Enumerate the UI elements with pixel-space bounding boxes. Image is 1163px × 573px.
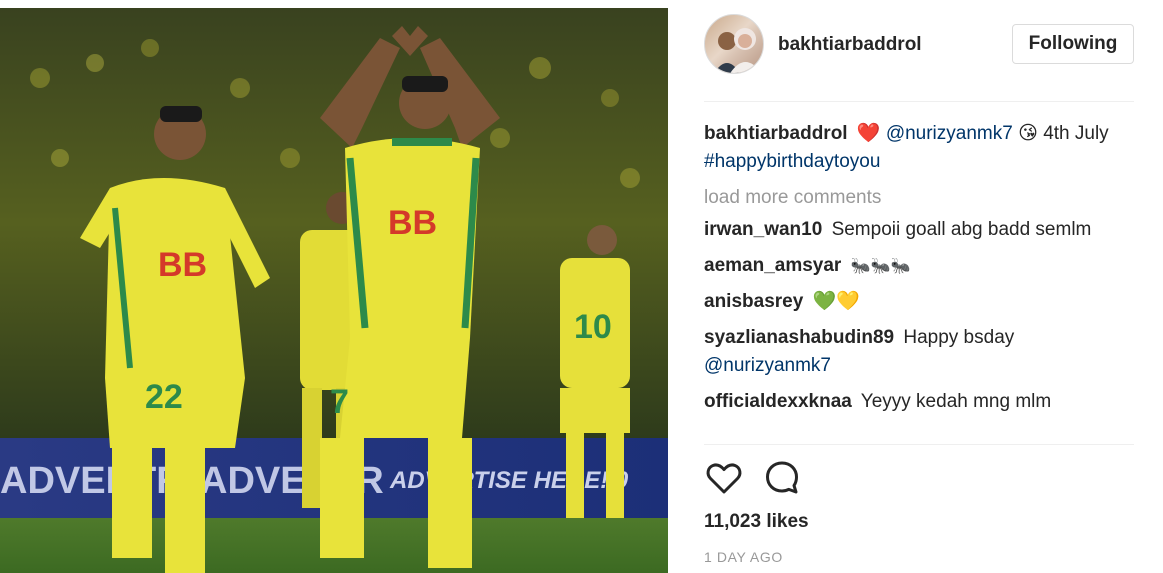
comment-bubble-icon[interactable]: [762, 458, 802, 498]
comment-text: Sempoii goall abg badd semlm: [831, 219, 1092, 240]
heart-emoji: ❤️: [856, 123, 881, 144]
caption-username[interactable]: bakhtiarbaddrol: [704, 123, 848, 144]
comment-username[interactable]: irwan_wan10: [704, 219, 822, 240]
action-bar: [704, 458, 1134, 502]
heart-outline-icon[interactable]: [704, 458, 744, 498]
caption: bakhtiarbaddrol ❤️ @nurizyanmk7 😘 4th Ju…: [704, 120, 1134, 176]
comment-item: aeman_amsyar 🐜🐜🐜: [704, 252, 1134, 280]
load-more-comments-link[interactable]: load more comments: [704, 184, 1134, 212]
avatar[interactable]: [704, 14, 764, 74]
caption-text: 4th July: [1043, 123, 1109, 144]
comments-section: bakhtiarbaddrol ❤️ @nurizyanmk7 😘 4th Ju…: [704, 120, 1134, 445]
comment-text: Happy bsday: [903, 327, 1015, 348]
caption-mention[interactable]: @nurizyanmk7: [886, 123, 1013, 144]
sponsor-logo-center: BB: [388, 204, 437, 242]
header-username[interactable]: bakhtiarbaddrol: [778, 34, 922, 56]
kiss-emoji: 😘: [1018, 123, 1038, 144]
comment-username[interactable]: aeman_amsyar: [704, 255, 841, 276]
comment-item: irwan_wan10 Sempoii goall abg badd semlm: [704, 216, 1134, 244]
banner-text-1: ADVENTR: [0, 460, 184, 502]
jersey-number-7: 7: [330, 383, 349, 421]
post-photo[interactable]: ADVENTR ADVENTR ADVERTISE HERE! 0 10 BB …: [0, 8, 668, 573]
avatar-photo-icon: [714, 28, 762, 73]
likes-count[interactable]: 11,023 likes: [704, 511, 809, 533]
comment-item: anisbasrey 💚💛: [704, 288, 1134, 316]
post-header: bakhtiarbaddrol Following: [704, 14, 1134, 102]
football-celebration-image: ADVENTR ADVENTR ADVERTISE HERE! 0 10 BB …: [0, 8, 668, 573]
comment-item: officialdexxknaa Yeyyy kedah mng mlm: [704, 388, 1134, 416]
jersey-number-10: 10: [574, 308, 612, 346]
comment-text: 🐜🐜🐜: [850, 256, 911, 275]
post-timestamp[interactable]: 1 DAY AGO: [704, 549, 783, 565]
comment-item: syazlianashabudin89 Happy bsday @nurizya…: [704, 324, 1134, 380]
comment-text: Yeyyy kedah mng mlm: [860, 391, 1052, 412]
comment-username[interactable]: officialdexxknaa: [704, 391, 852, 412]
comment-username[interactable]: syazlianashabudin89: [704, 327, 894, 348]
jersey-number-22: 22: [145, 378, 183, 416]
following-button[interactable]: Following: [1012, 24, 1134, 64]
sponsor-logo-left: BB: [158, 246, 207, 284]
banner-text-3: ADVERTISE HERE! 0: [389, 467, 629, 494]
comment-username[interactable]: anisbasrey: [704, 291, 803, 312]
comment-text: 💚💛: [812, 291, 860, 312]
post-sidebar: bakhtiarbaddrol Following bakhtiarbaddro…: [668, 0, 1163, 573]
comment-mention[interactable]: @nurizyanmk7: [704, 355, 831, 376]
caption-hashtag[interactable]: #happybirthdaytoyou: [704, 151, 880, 172]
